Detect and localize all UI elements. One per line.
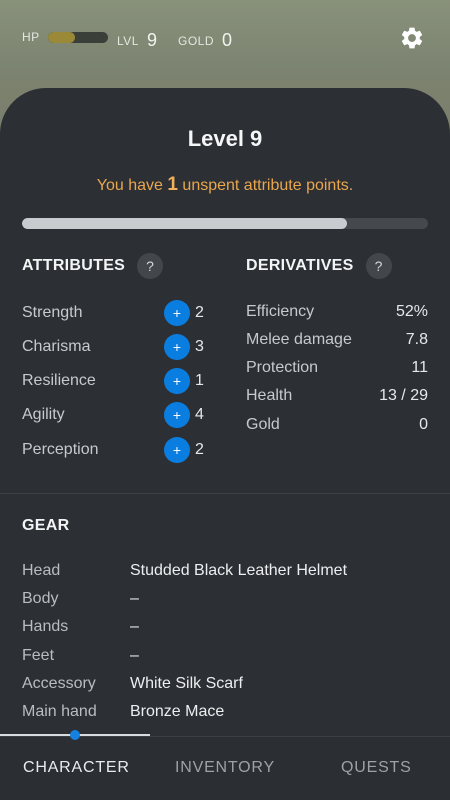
lvl-label: LVL <box>117 33 139 48</box>
hp-bar-fill <box>47 31 75 43</box>
attribute-name: Charisma <box>22 338 91 355</box>
gear-icon <box>401 27 423 49</box>
lvl-value: 9 <box>146 30 157 50</box>
attribute-row: Agility + 4 <box>22 400 212 430</box>
attributes-header: ATTRIBUTES ? <box>22 253 164 279</box>
top-hud: HP LVL 9 GOLD 0 <box>0 0 450 80</box>
derivative-row: Melee damage 7.8 <box>246 326 428 354</box>
increase-resilience-button[interactable]: + <box>164 368 190 394</box>
attribute-name: Resilience <box>22 372 96 389</box>
bottom-nav: CHARACTER INVENTORY QUESTS <box>0 736 450 800</box>
section-divider <box>0 493 450 494</box>
derivatives-title: DERIVATIVES <box>246 257 354 274</box>
attribute-value: 2 <box>195 304 204 321</box>
character-panel: Level 9 You have 1 unspent attribute poi… <box>0 88 450 800</box>
attribute-value: 1 <box>195 372 204 389</box>
gear-row[interactable]: Head Studded Black Leather Helmet <box>22 557 432 585</box>
attributes-title: ATTRIBUTES <box>22 257 126 274</box>
increase-charisma-button[interactable]: + <box>164 334 190 360</box>
attribute-value: 4 <box>195 406 204 423</box>
gear-item: – <box>130 647 139 664</box>
gear-slot: Head <box>22 562 61 579</box>
level-title: Level 9 <box>187 126 263 151</box>
increase-strength-button[interactable]: + <box>164 300 190 326</box>
attribute-name: Strength <box>22 304 83 321</box>
hp-bar <box>47 31 108 43</box>
gear-slot: Accessory <box>22 675 96 692</box>
increase-perception-button[interactable]: + <box>164 437 190 463</box>
gold-indicator: GOLD 0 <box>178 30 232 51</box>
derivative-value: 11 <box>411 359 428 376</box>
derivative-name: Gold <box>246 416 280 433</box>
attribute-row: Perception + 2 <box>22 435 212 465</box>
attribute-name: Perception <box>22 441 99 458</box>
attribute-value: 2 <box>195 441 204 458</box>
derivative-value: 7.8 <box>405 331 428 348</box>
derivative-value: 52% <box>395 303 428 320</box>
gold-value: 0 <box>222 30 233 50</box>
gear-item: White Silk Scarf <box>130 675 243 692</box>
derivative-row: Protection 11 <box>246 354 428 382</box>
derivative-value: 0 <box>419 416 428 433</box>
gear-title: GEAR <box>22 517 70 534</box>
unspent-points-text: You have 1 unspent attribute points. <box>0 174 450 196</box>
hp-label: HP <box>22 30 40 44</box>
hp-indicator: HP <box>22 30 108 44</box>
attribute-row: Charisma + 3 <box>22 332 212 362</box>
gold-label: GOLD <box>178 33 215 48</box>
attribute-row: Resilience + 1 <box>22 366 212 396</box>
derivative-name: Efficiency <box>246 303 315 320</box>
gear-row[interactable]: Accessory White Silk Scarf <box>22 670 432 698</box>
derivative-name: Protection <box>246 359 319 376</box>
unspent-count: 1 <box>167 174 178 195</box>
attributes-help-button[interactable]: ? <box>137 253 164 279</box>
attribute-row: Strength + 2 <box>22 298 212 328</box>
derivative-name: Melee damage <box>246 331 352 348</box>
gear-row[interactable]: Main hand Bronze Mace <box>22 698 432 726</box>
derivative-value: 13 / 29 <box>379 387 428 404</box>
tab-inventory[interactable]: INVENTORY <box>175 759 275 777</box>
unspent-prefix: You have <box>96 177 163 194</box>
gear-slot: Feet <box>22 647 55 664</box>
derivatives-help-button[interactable]: ? <box>365 253 392 279</box>
increase-agility-button[interactable]: + <box>164 402 190 428</box>
gear-slot: Main hand <box>22 703 97 720</box>
gear-row[interactable]: Hands – <box>22 613 432 641</box>
gear-row[interactable]: Body – <box>22 585 432 613</box>
level-indicator: LVL 9 <box>117 30 157 51</box>
tab-character[interactable]: CHARACTER <box>23 759 130 777</box>
gear-slot: Body <box>22 590 59 607</box>
gear-item: Bronze Mace <box>130 703 225 720</box>
gear-slot: Hands <box>22 618 69 635</box>
derivative-row: Efficiency 52% <box>246 298 428 326</box>
xp-progress-fill <box>22 218 347 229</box>
derivative-name: Health <box>246 387 293 404</box>
attribute-value: 3 <box>195 338 204 355</box>
attribute-name: Agility <box>22 406 65 423</box>
gear-row[interactable]: Feet – <box>22 642 432 670</box>
gear-header: GEAR <box>22 517 69 535</box>
derivative-row: Gold 0 <box>246 411 428 439</box>
gear-item: Studded Black Leather Helmet <box>130 562 348 579</box>
settings-button[interactable] <box>399 25 425 51</box>
tab-quests[interactable]: QUESTS <box>341 759 412 777</box>
derivatives-header: DERIVATIVES ? <box>246 253 392 279</box>
derivative-row: Health 13 / 29 <box>246 382 428 410</box>
xp-progress-bar <box>22 218 428 229</box>
gear-item: – <box>130 618 139 635</box>
scroll-position-dot[interactable] <box>70 730 80 740</box>
unspent-suffix: unspent attribute points. <box>182 177 354 194</box>
gear-item: – <box>130 590 139 607</box>
